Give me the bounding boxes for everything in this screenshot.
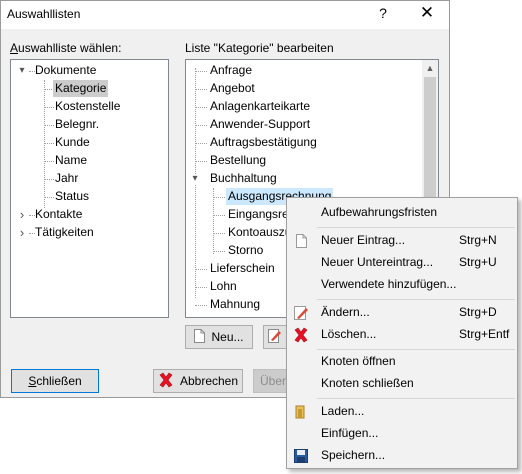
menu-item-loeschen[interactable]: Löschen... Strg+Entf [289, 324, 515, 345]
tree-connector [195, 71, 207, 72]
menu-item-speichern[interactable]: Speichern... [289, 445, 515, 466]
scroll-thumb[interactable] [424, 77, 436, 197]
tree-connector [195, 305, 207, 306]
new-entry-button[interactable]: Neu... [185, 325, 253, 349]
list-item-anlagenkarteikarte[interactable]: Anlagenkarteikarte [208, 98, 312, 115]
edit-pencil-icon [268, 328, 282, 346]
tree-connector [195, 89, 207, 90]
menu-item-label: Speichern... [321, 448, 386, 462]
menu-separator [317, 227, 515, 228]
tree-connector [195, 269, 207, 270]
menu-separator [317, 299, 515, 300]
tree-connector [213, 233, 225, 234]
tree-item-taetigkeiten[interactable]: Tätigkeiten [33, 224, 96, 241]
left-list-label: Auswahlliste wählen: [10, 41, 121, 55]
apply-button-label: Über [260, 374, 287, 388]
left-list-label-accesskey: A [10, 41, 19, 55]
menu-item-label: Einfügen... [321, 426, 379, 440]
close-button-label: chließen [36, 374, 82, 388]
menu-item-laden[interactable]: Laden... [289, 401, 515, 422]
menu-item-label: Knoten öffnen [321, 354, 396, 368]
context-menu: Aufbewahrungsfristen Neuer Eintrag... St… [286, 197, 518, 469]
menu-item-neuer-untereintrag[interactable]: Neuer Untereintrag... Strg+U [289, 252, 515, 273]
menu-item-aufbewahrungsfristen[interactable]: Aufbewahrungsfristen [289, 202, 515, 223]
menu-item-label: Ändern... [321, 305, 370, 319]
left-list-label-text: uswahlliste wählen: [18, 41, 122, 55]
list-item-lohn[interactable]: Lohn [208, 278, 239, 295]
tree-item-kunde[interactable]: Kunde [53, 134, 92, 151]
tree-item-kategorie[interactable]: Kategorie [53, 80, 109, 97]
cancel-button-label: Abbrechen [179, 374, 239, 388]
menu-item-label: Löschen... [321, 327, 377, 341]
new-entry-button-label: Neu... [211, 330, 244, 344]
tree-connector [195, 287, 207, 288]
tree-connector [213, 197, 225, 198]
menu-item-knoten-schliessen[interactable]: Knoten schließen [289, 373, 515, 394]
edit-pencil-icon [293, 305, 309, 321]
expand-icon[interactable]: › [17, 226, 27, 239]
save-floppy-icon [293, 448, 309, 464]
tree-connector [195, 107, 207, 108]
close-button-accesskey: S [28, 374, 37, 388]
list-item-mahnung[interactable]: Mahnung [208, 296, 262, 313]
menu-item-label: Aufbewahrungsfristen [321, 205, 438, 219]
tree-item-kostenstelle[interactable]: Kostenstelle [53, 98, 122, 115]
menu-item-verwendete-hinzufuegen[interactable]: Verwendete hinzufügen... [289, 274, 515, 295]
tree-item-status[interactable]: Status [53, 188, 91, 205]
list-item-anfrage[interactable]: Anfrage [208, 62, 254, 79]
menu-item-label: Knoten schließen [321, 376, 414, 390]
right-list-label: Liste "Kategorie" bearbeiten [185, 41, 334, 55]
selection-list-tree[interactable]: ▾ Dokumente Kategorie Kostenstelle Beleg… [10, 59, 169, 318]
window-title: Auswahllisten [7, 7, 81, 21]
cancel-button[interactable]: Abbrechen [153, 369, 243, 393]
new-document-icon [293, 233, 309, 249]
close-window-button[interactable]: ✕ [417, 3, 437, 23]
list-item-auftragsbestaetigung[interactable]: Auftragsbestätigung [208, 134, 319, 151]
help-button[interactable]: ? [375, 5, 391, 21]
list-item-storno[interactable]: Storno [226, 242, 265, 259]
close-button[interactable]: Schließen [11, 369, 99, 393]
cancel-x-icon [158, 372, 174, 391]
menu-item-shortcut: Strg+D [459, 305, 497, 319]
menu-item-shortcut: Strg+U [459, 255, 497, 269]
tree-connector [213, 251, 225, 252]
menu-separator [317, 349, 515, 350]
menu-item-label: Neuer Eintrag... [321, 233, 406, 247]
list-item-angebot[interactable]: Angebot [208, 80, 257, 97]
menu-item-label: Neuer Untereintrag... [321, 255, 434, 269]
list-item-buchhaltung[interactable]: Buchhaltung [208, 170, 279, 187]
tree-item-dokumente[interactable]: Dokumente [33, 62, 98, 79]
tree-connector [44, 80, 45, 208]
menu-item-shortcut: Strg+N [459, 233, 497, 247]
menu-separator [317, 398, 515, 399]
tree-item-belegnr[interactable]: Belegnr. [53, 116, 101, 133]
menu-item-label: Laden... [321, 404, 365, 418]
menu-item-shortcut: Strg+Entf [459, 327, 510, 341]
expand-icon[interactable]: › [17, 208, 27, 221]
tree-connector [195, 143, 207, 144]
tree-connector [213, 215, 225, 216]
tree-connector [195, 125, 207, 126]
menu-item-label: Verwendete hinzufügen... [321, 277, 457, 291]
menu-item-aendern[interactable]: Ändern... Strg+D [289, 302, 515, 323]
tree-item-kontakte[interactable]: Kontakte [33, 206, 84, 223]
scroll-up-icon[interactable]: ▲ [422, 60, 438, 76]
collapse-icon[interactable]: ▾ [190, 174, 200, 184]
menu-item-neuer-eintrag[interactable]: Neuer Eintrag... Strg+N [289, 230, 515, 251]
delete-x-icon [293, 327, 309, 343]
menu-item-einfuegen[interactable]: Einfügen... [289, 423, 515, 444]
list-item-lieferschein[interactable]: Lieferschein [208, 260, 277, 277]
new-document-icon [194, 328, 206, 346]
tree-item-jahr[interactable]: Jahr [53, 170, 80, 187]
collapse-icon[interactable]: ▾ [17, 66, 27, 76]
open-folder-icon [293, 404, 309, 420]
tree-item-name[interactable]: Name [53, 152, 89, 169]
tree-connector [195, 161, 207, 162]
list-item-bestellung[interactable]: Bestellung [208, 152, 268, 169]
menu-item-knoten-oeffnen[interactable]: Knoten öffnen [289, 351, 515, 372]
list-item-anwender-support[interactable]: Anwender-Support [208, 116, 312, 133]
title-bar: Auswahllisten ? ✕ [1, 1, 449, 29]
